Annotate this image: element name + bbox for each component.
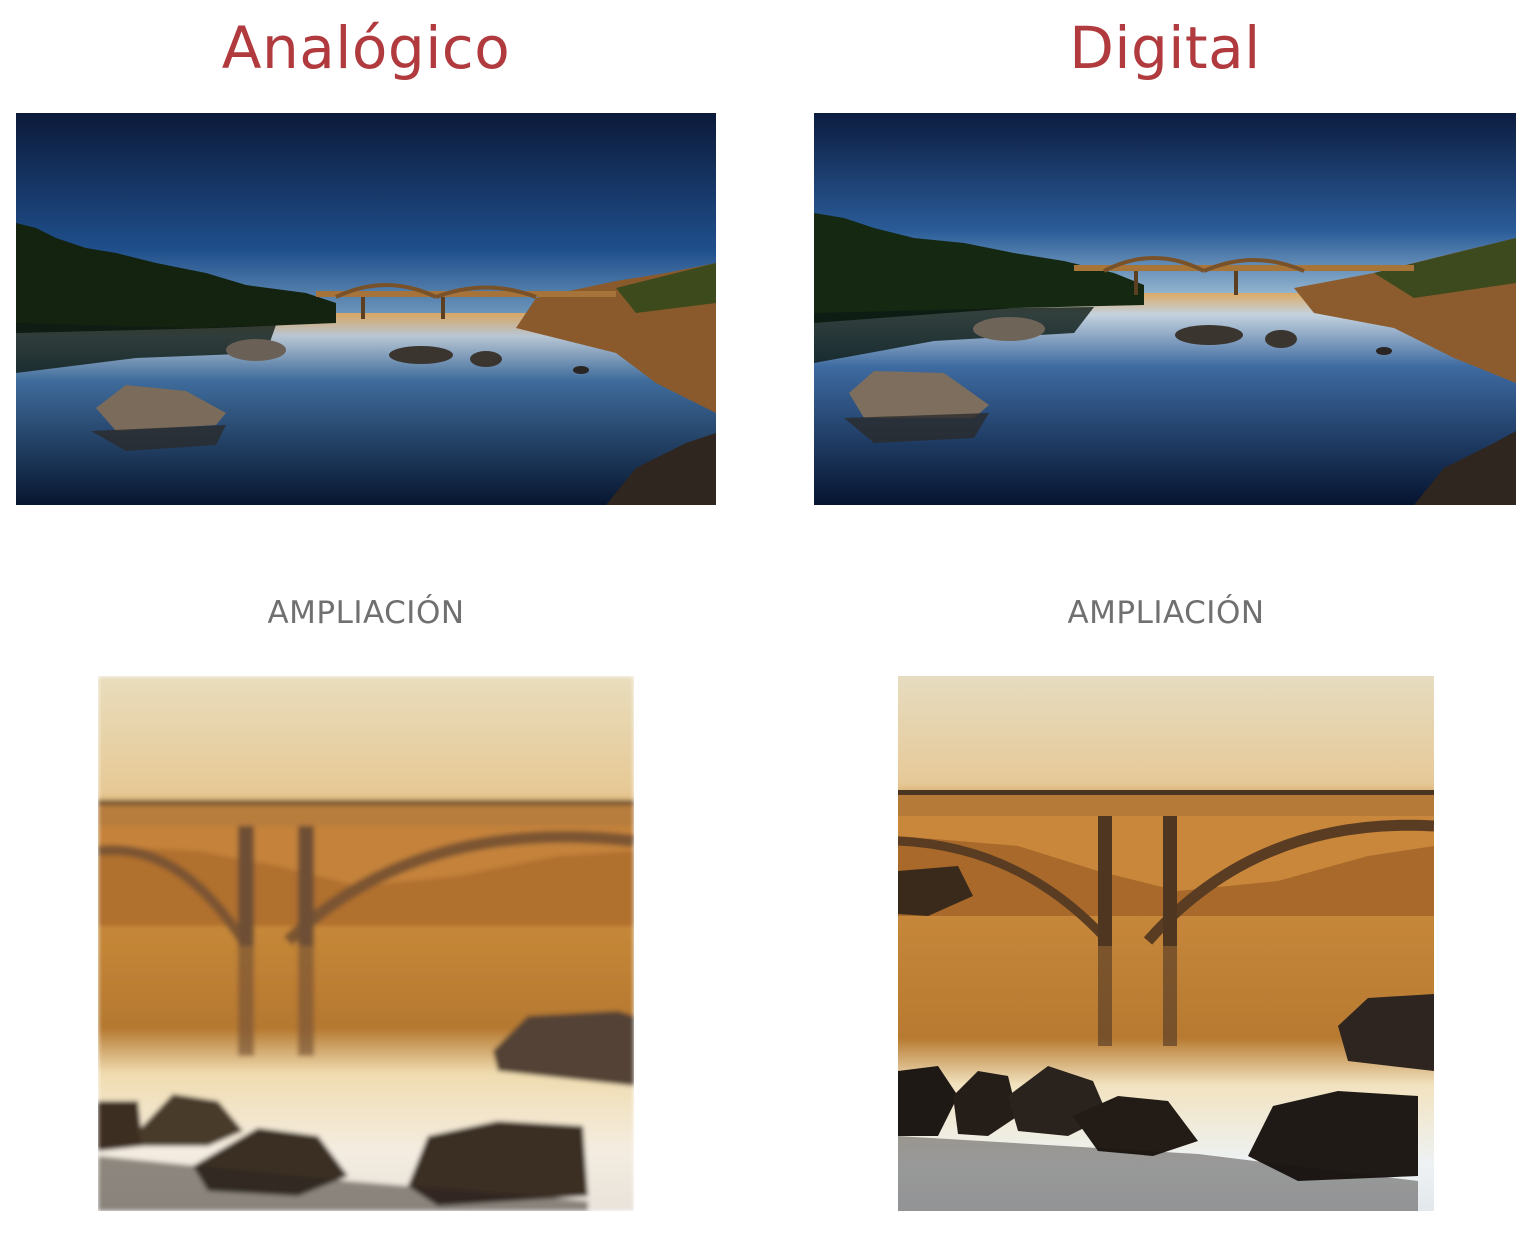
analog-column-title: Analógico [221, 14, 511, 82]
analog-zoom-photo [98, 676, 634, 1211]
analog-landscape-photo [16, 113, 716, 505]
analog-zoom-label: AMPLIACIÓN [267, 595, 465, 631]
digital-column-title: Digital [1069, 14, 1261, 82]
digital-zoom-photo [898, 676, 1434, 1211]
digital-zoom-label: AMPLIACIÓN [1067, 595, 1265, 631]
digital-landscape-photo [814, 113, 1516, 505]
